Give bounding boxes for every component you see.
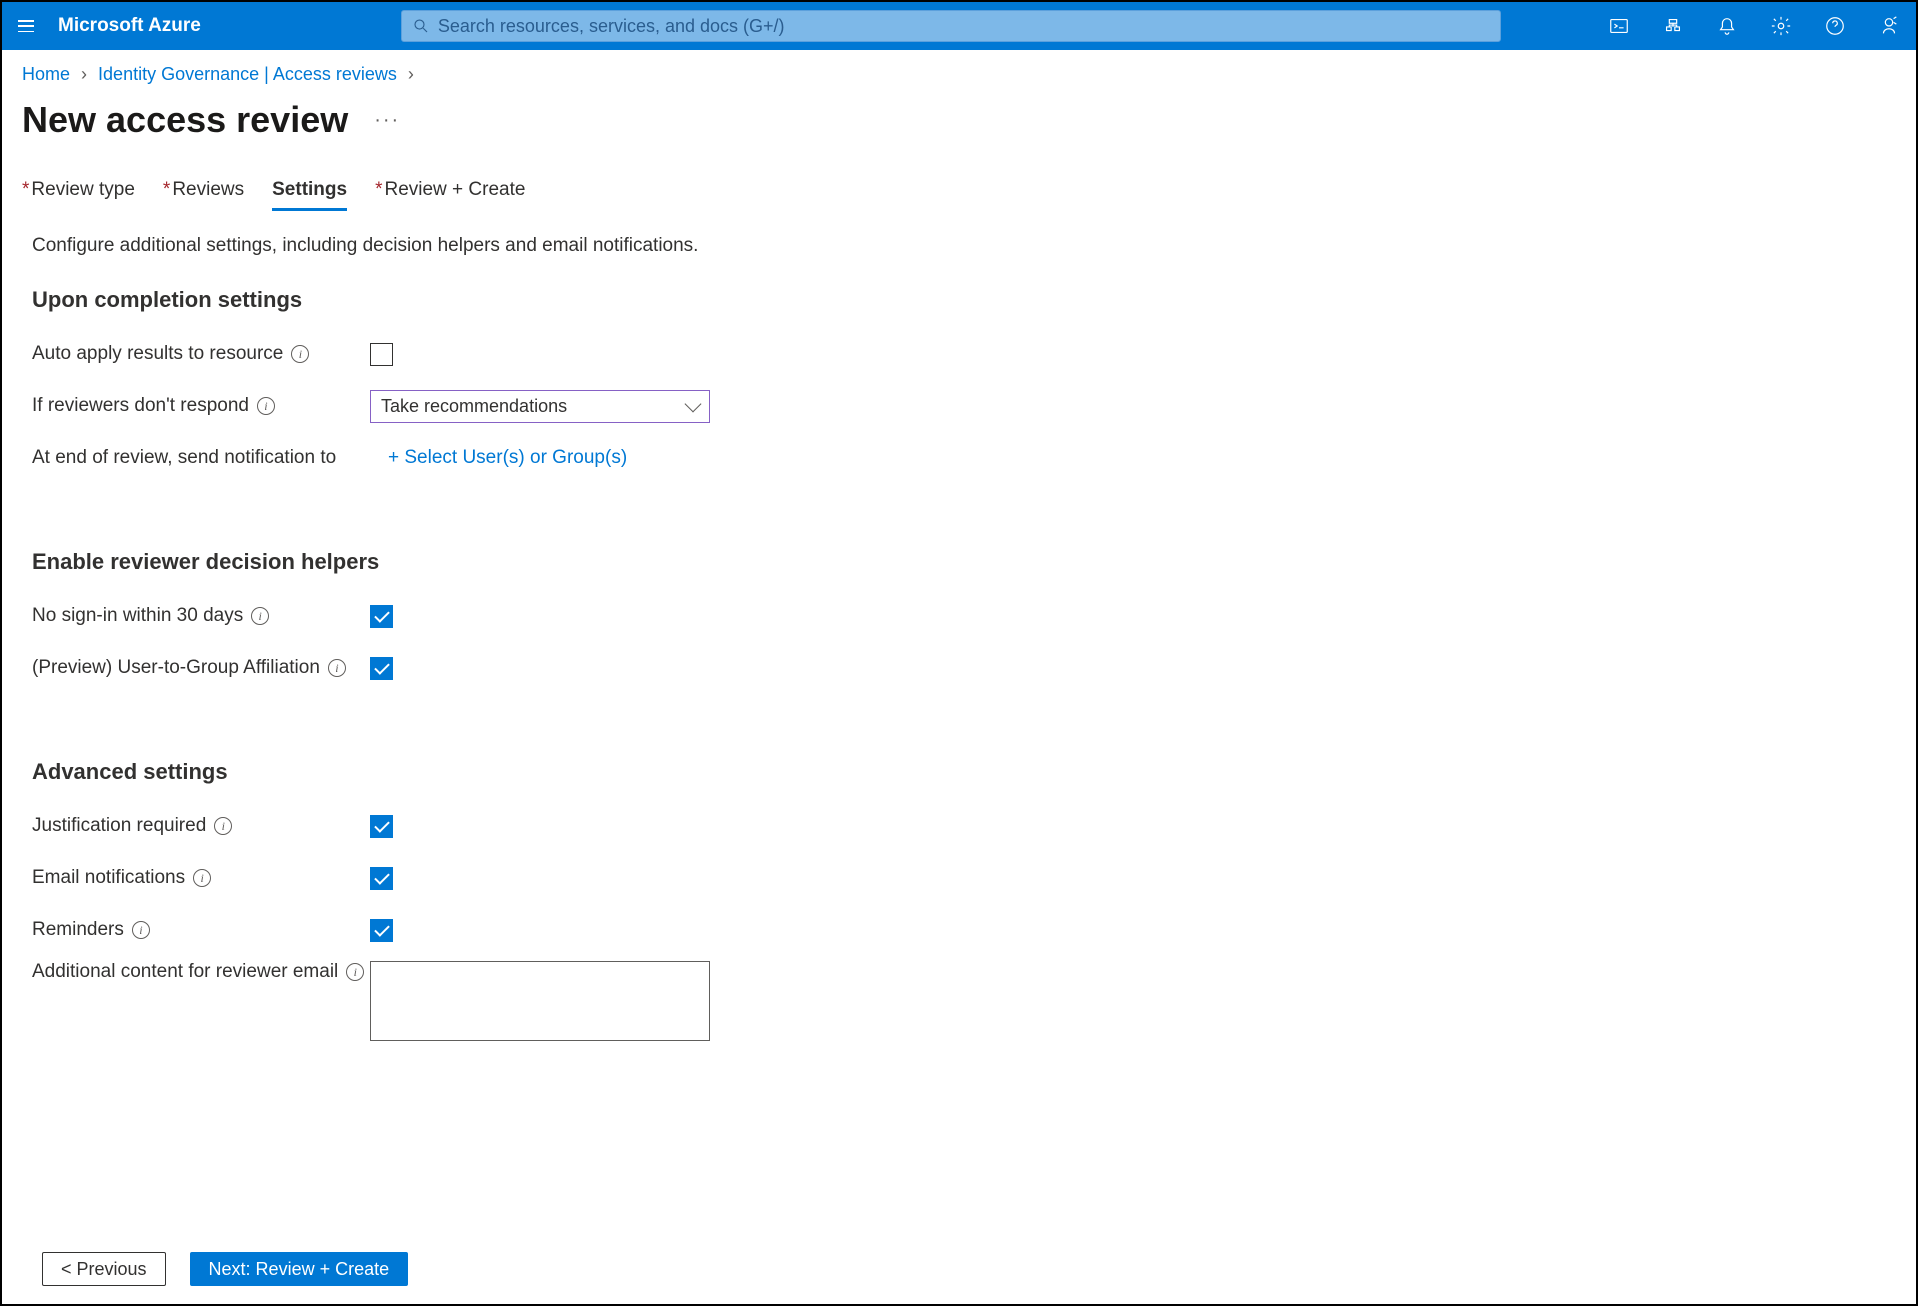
tabs: *Review type *Reviews Settings *Review +… [2,173,1916,211]
search-box[interactable] [401,10,1501,42]
label-additional-content: Additional content for reviewer email [32,961,338,983]
section-advanced: Advanced settings [32,759,1886,785]
feedback-icon[interactable] [1862,2,1916,50]
more-actions-button[interactable]: ··· [374,109,400,132]
label-email-notifications: Email notifications [32,867,185,889]
tab-review-type[interactable]: *Review type [22,173,135,211]
chevron-right-icon: › [81,64,87,84]
info-icon[interactable]: i [291,345,309,363]
top-bar: Microsoft Azure [2,2,1916,50]
tab-settings[interactable]: Settings [272,173,347,211]
label-end-notify: At end of review, send notification to [32,447,336,469]
brand-label: Microsoft Azure [58,15,201,37]
section-decision-helpers: Enable reviewer decision helpers [32,549,1886,575]
checkbox-no-signin[interactable] [370,605,393,628]
label-auto-apply: Auto apply results to resource [32,343,283,365]
info-icon[interactable]: i [251,607,269,625]
label-no-respond: If reviewers don't respond [32,395,249,417]
textarea-additional-content[interactable] [370,961,710,1041]
help-icon[interactable] [1808,2,1862,50]
breadcrumb-home[interactable]: Home [22,64,70,84]
directories-icon[interactable] [1646,2,1700,50]
checkbox-reminders[interactable] [370,919,393,942]
info-icon[interactable]: i [328,659,346,677]
search-icon [412,17,430,35]
info-icon[interactable]: i [193,869,211,887]
page-title: New access review [22,99,348,141]
checkbox-email-notifications[interactable] [370,867,393,890]
chevron-right-icon: › [408,64,414,84]
page-description: Configure additional settings, including… [32,235,1886,257]
hamburger-icon [18,20,34,32]
checkbox-auto-apply[interactable] [370,343,393,366]
previous-button[interactable]: < Previous [42,1252,166,1286]
settings-icon[interactable] [1754,2,1808,50]
hamburger-menu[interactable] [2,2,50,50]
info-icon[interactable]: i [257,397,275,415]
tab-reviews[interactable]: *Reviews [163,173,244,211]
breadcrumb-identity-governance[interactable]: Identity Governance | Access reviews [98,64,397,84]
info-icon[interactable]: i [132,921,150,939]
checkbox-user-group-affiliation[interactable] [370,657,393,680]
next-button[interactable]: Next: Review + Create [190,1252,409,1286]
breadcrumb: Home › Identity Governance | Access revi… [2,50,1916,89]
info-icon[interactable]: i [214,817,232,835]
chevron-down-icon [685,396,702,413]
label-user-group-affiliation: (Preview) User-to-Group Affiliation [32,657,320,679]
tab-review-create[interactable]: *Review + Create [375,173,525,211]
info-icon[interactable]: i [346,963,364,981]
label-no-signin: No sign-in within 30 days [32,605,243,627]
label-reminders: Reminders [32,919,124,941]
link-select-users[interactable]: + Select User(s) or Group(s) [388,447,627,469]
cloud-shell-icon[interactable] [1592,2,1646,50]
wizard-footer: < Previous Next: Review + Create [2,1238,1916,1304]
notifications-icon[interactable] [1700,2,1754,50]
select-no-respond[interactable]: Take recommendations [370,390,710,423]
section-upon-completion: Upon completion settings [32,287,1886,313]
label-justification: Justification required [32,815,206,837]
checkbox-justification[interactable] [370,815,393,838]
select-no-respond-value: Take recommendations [381,396,567,417]
top-icons [1592,2,1916,50]
search-input[interactable] [438,16,1490,37]
